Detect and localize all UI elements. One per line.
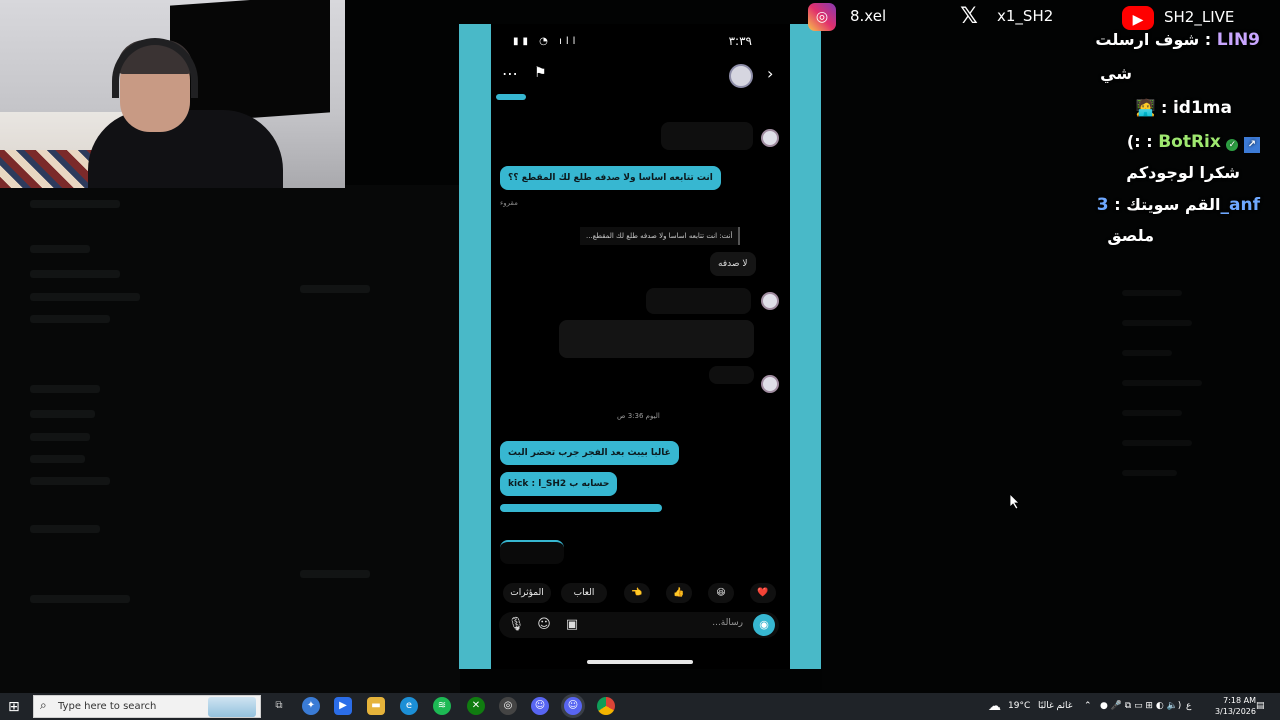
- obs-icon[interactable]: ◎: [499, 697, 517, 715]
- chat-message-continuation: شكرا لوجودكم: [1126, 163, 1240, 182]
- spotify-icon[interactable]: ≋: [433, 697, 451, 715]
- image-icon[interactable]: ▣: [563, 616, 581, 634]
- message-bubble-cropped: [496, 94, 526, 100]
- chat-username: LIN9: [1216, 30, 1260, 50]
- chevron-up-icon[interactable]: ⌃: [1084, 693, 1092, 720]
- sender-avatar: [761, 292, 779, 310]
- weather-icon: ☁: [988, 699, 1001, 714]
- sticker-icon[interactable]: ☺: [535, 616, 553, 634]
- verified-icon: ✓: [1226, 139, 1239, 151]
- tray-icons[interactable]: ● 🎤 ⧉ ▭ ⊞ ◐ 🔈): [1100, 693, 1181, 720]
- reply-quote: أنت: انت تتابعه اساسا ولا صدفه طلع لك ال…: [580, 227, 741, 245]
- more-icon[interactable]: ⋯: [502, 64, 518, 83]
- youtube-icon: ▶: [1122, 5, 1154, 30]
- camera-icon[interactable]: ◉: [753, 614, 775, 636]
- edge-icon[interactable]: e: [400, 697, 418, 715]
- weather-temp: 19°C: [1008, 701, 1031, 711]
- clock-date: 3/13/2026: [1214, 707, 1256, 716]
- phone-status-bar: ▮▮ ◔ ıll ٣:٣٩: [491, 34, 790, 50]
- search-highlight-image: [208, 697, 256, 717]
- games-button[interactable]: العاب: [561, 583, 607, 603]
- language-indicator[interactable]: ع: [1186, 693, 1191, 720]
- discord-active-icon[interactable]: ☺: [564, 697, 582, 715]
- microphone-icon[interactable]: 🎙: [507, 616, 525, 634]
- search-icon: ⌕: [40, 698, 47, 712]
- x-icon: 𝕏: [960, 3, 978, 29]
- laugh-reaction[interactable]: 😆: [708, 583, 734, 603]
- chat-message: القم سويتك : 3_anf: [1096, 195, 1260, 215]
- phone-status-icons: ▮▮ ◔ ıll: [513, 36, 580, 47]
- x-handle: 𝕏x1_SH2: [955, 2, 1053, 30]
- webcam-feed: [0, 0, 345, 188]
- message-composer[interactable]: 🎙 ☺ ▣ رسالة... ◉: [499, 612, 779, 638]
- play-store-icon[interactable]: ▶: [334, 697, 352, 715]
- message-incoming-1[interactable]: لا صدفه: [710, 252, 756, 276]
- dm-header: ⋯ ⚑ ›: [491, 64, 790, 88]
- chrome-icon[interactable]: [597, 697, 615, 715]
- message-outgoing-3[interactable]: kick : l_SH2 حسابه ب: [500, 472, 618, 496]
- chat-username: BotRix: [1158, 132, 1221, 152]
- copilot-icon[interactable]: ✦: [302, 697, 320, 715]
- background-app-sidebar: [0, 185, 460, 693]
- contact-avatar[interactable]: [729, 64, 753, 88]
- chat-message-continuation: ملصق: [1107, 226, 1154, 245]
- home-indicator: [587, 660, 693, 664]
- phone-screen: ▮▮ ◔ ıll ٣:٣٩ ⋯ ⚑ › انت تتابعه اساسا ولا…: [491, 24, 790, 669]
- taskbar: ⊞ ⌕ Type here to search ⧉ ✦ ▶ ▬ e ≋ ✕ ◎ …: [0, 693, 1280, 720]
- webcam-person-body: [88, 110, 283, 188]
- message-bubble-cropped: [500, 504, 662, 512]
- windows-start-icon[interactable]: ⊞: [8, 699, 24, 715]
- discord-icon[interactable]: ☺: [531, 697, 549, 715]
- chat-message-continuation: شي: [1100, 64, 1132, 83]
- message-input[interactable]: رسالة...: [712, 618, 743, 628]
- point-reaction[interactable]: 👈: [624, 583, 650, 603]
- chevron-right-icon[interactable]: ›: [767, 64, 773, 83]
- clock-time: 7:18 AM: [1223, 696, 1256, 705]
- bot-icon: ↗: [1244, 137, 1260, 153]
- instagram-handle: ◎ 8.xel: [808, 2, 886, 31]
- sender-avatar: [761, 129, 779, 147]
- instagram-icon: ◎: [808, 2, 836, 31]
- message-outgoing-1[interactable]: انت تتابعه اساسا ولا صدفه طلع لك المقطع …: [500, 166, 721, 190]
- weather-desc: غائم غالبًا: [1038, 701, 1073, 711]
- redacted-message: [709, 366, 754, 384]
- taskbar-clock[interactable]: 7:18 AM 3/13/2026: [1215, 695, 1256, 717]
- search-input[interactable]: Type here to search: [58, 701, 156, 712]
- chat-username: id1ma: [1172, 98, 1232, 118]
- taskbar-search[interactable]: ⌕ Type here to search: [33, 695, 261, 718]
- redacted-message: [661, 122, 753, 150]
- chat-message: شوف ارسلت : LIN9: [1095, 30, 1260, 50]
- xbox-icon[interactable]: ✕: [467, 697, 485, 715]
- file-explorer-icon[interactable]: ▬: [367, 697, 385, 715]
- heart-reaction[interactable]: ❤️: [750, 583, 776, 603]
- redacted-attachment: [559, 320, 754, 358]
- chat-message: (: : BotRix ✓ ↗: [1127, 132, 1260, 153]
- message-read-receipt: مقروء: [500, 199, 518, 207]
- message-outgoing-2[interactable]: غالبا بيبث بعد الفجر جرب تحضر البث: [500, 441, 679, 465]
- day-divider: اليوم 3:36 ص: [617, 412, 660, 420]
- effects-button[interactable]: المؤثرات: [503, 583, 551, 603]
- thumbs-reaction[interactable]: 👍: [666, 583, 692, 603]
- youtube-handle: ▶ SH2_LIVE: [1122, 3, 1234, 31]
- flag-icon[interactable]: ⚑: [534, 65, 547, 81]
- redacted-message: [500, 540, 564, 564]
- phone-status-time: ٣:٣٩: [728, 34, 752, 48]
- task-view-icon[interactable]: ⧉: [270, 697, 288, 715]
- stream-canvas: ▮▮ ◔ ıll ٣:٣٩ ⋯ ⚑ › انت تتابعه اساسا ولا…: [0, 0, 1280, 693]
- notifications-icon[interactable]: ▤: [1256, 693, 1265, 720]
- chat-message: 🧑‍💻 : id1ma: [1135, 98, 1232, 118]
- sender-avatar: [761, 375, 779, 393]
- webcam-monitor: [170, 0, 330, 124]
- redacted-message: [646, 288, 751, 314]
- quick-reactions-bar: المؤثرات العاب 👈 👍 😆 ❤️: [499, 583, 781, 603]
